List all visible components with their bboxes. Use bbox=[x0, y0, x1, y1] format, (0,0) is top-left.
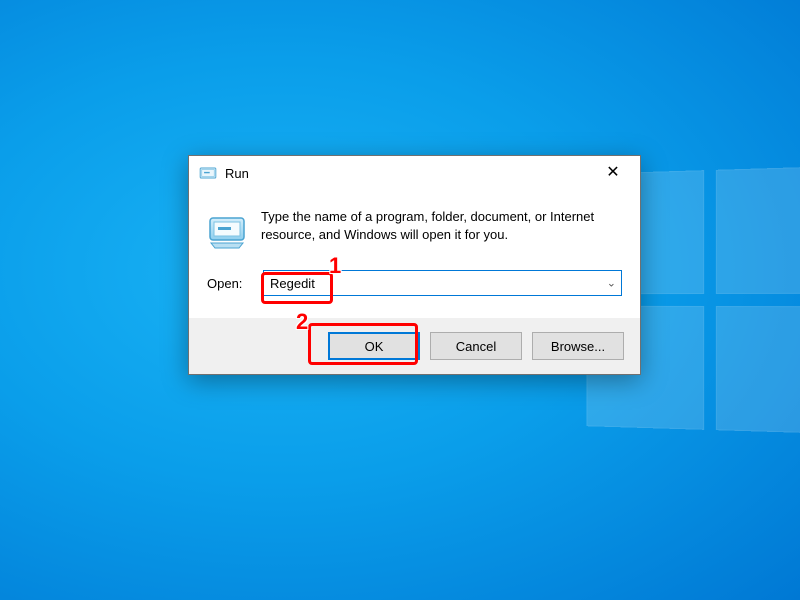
close-icon: ✕ bbox=[606, 165, 619, 181]
open-combobox[interactable]: ⌄ bbox=[263, 270, 622, 296]
close-button[interactable]: ✕ bbox=[590, 158, 636, 188]
dialog-description: Type the name of a program, folder, docu… bbox=[261, 208, 622, 243]
open-label: Open: bbox=[207, 276, 251, 291]
dialog-body: Type the name of a program, folder, docu… bbox=[189, 190, 640, 264]
cancel-button-label: Cancel bbox=[456, 339, 496, 354]
browse-button[interactable]: Browse... bbox=[532, 332, 624, 360]
button-row: OK Cancel Browse... bbox=[189, 318, 640, 374]
open-input[interactable] bbox=[263, 270, 622, 296]
open-row: Open: ⌄ bbox=[189, 264, 640, 318]
run-dialog: Run ✕ Type the name of a program, folder… bbox=[188, 155, 641, 375]
ok-button-label: OK bbox=[365, 339, 384, 354]
run-icon bbox=[207, 210, 247, 250]
titlebar-title: Run bbox=[225, 166, 249, 181]
browse-button-label: Browse... bbox=[551, 339, 605, 354]
ok-button[interactable]: OK bbox=[328, 332, 420, 360]
titlebar[interactable]: Run ✕ bbox=[189, 156, 640, 190]
cancel-button[interactable]: Cancel bbox=[430, 332, 522, 360]
run-icon bbox=[199, 164, 217, 182]
